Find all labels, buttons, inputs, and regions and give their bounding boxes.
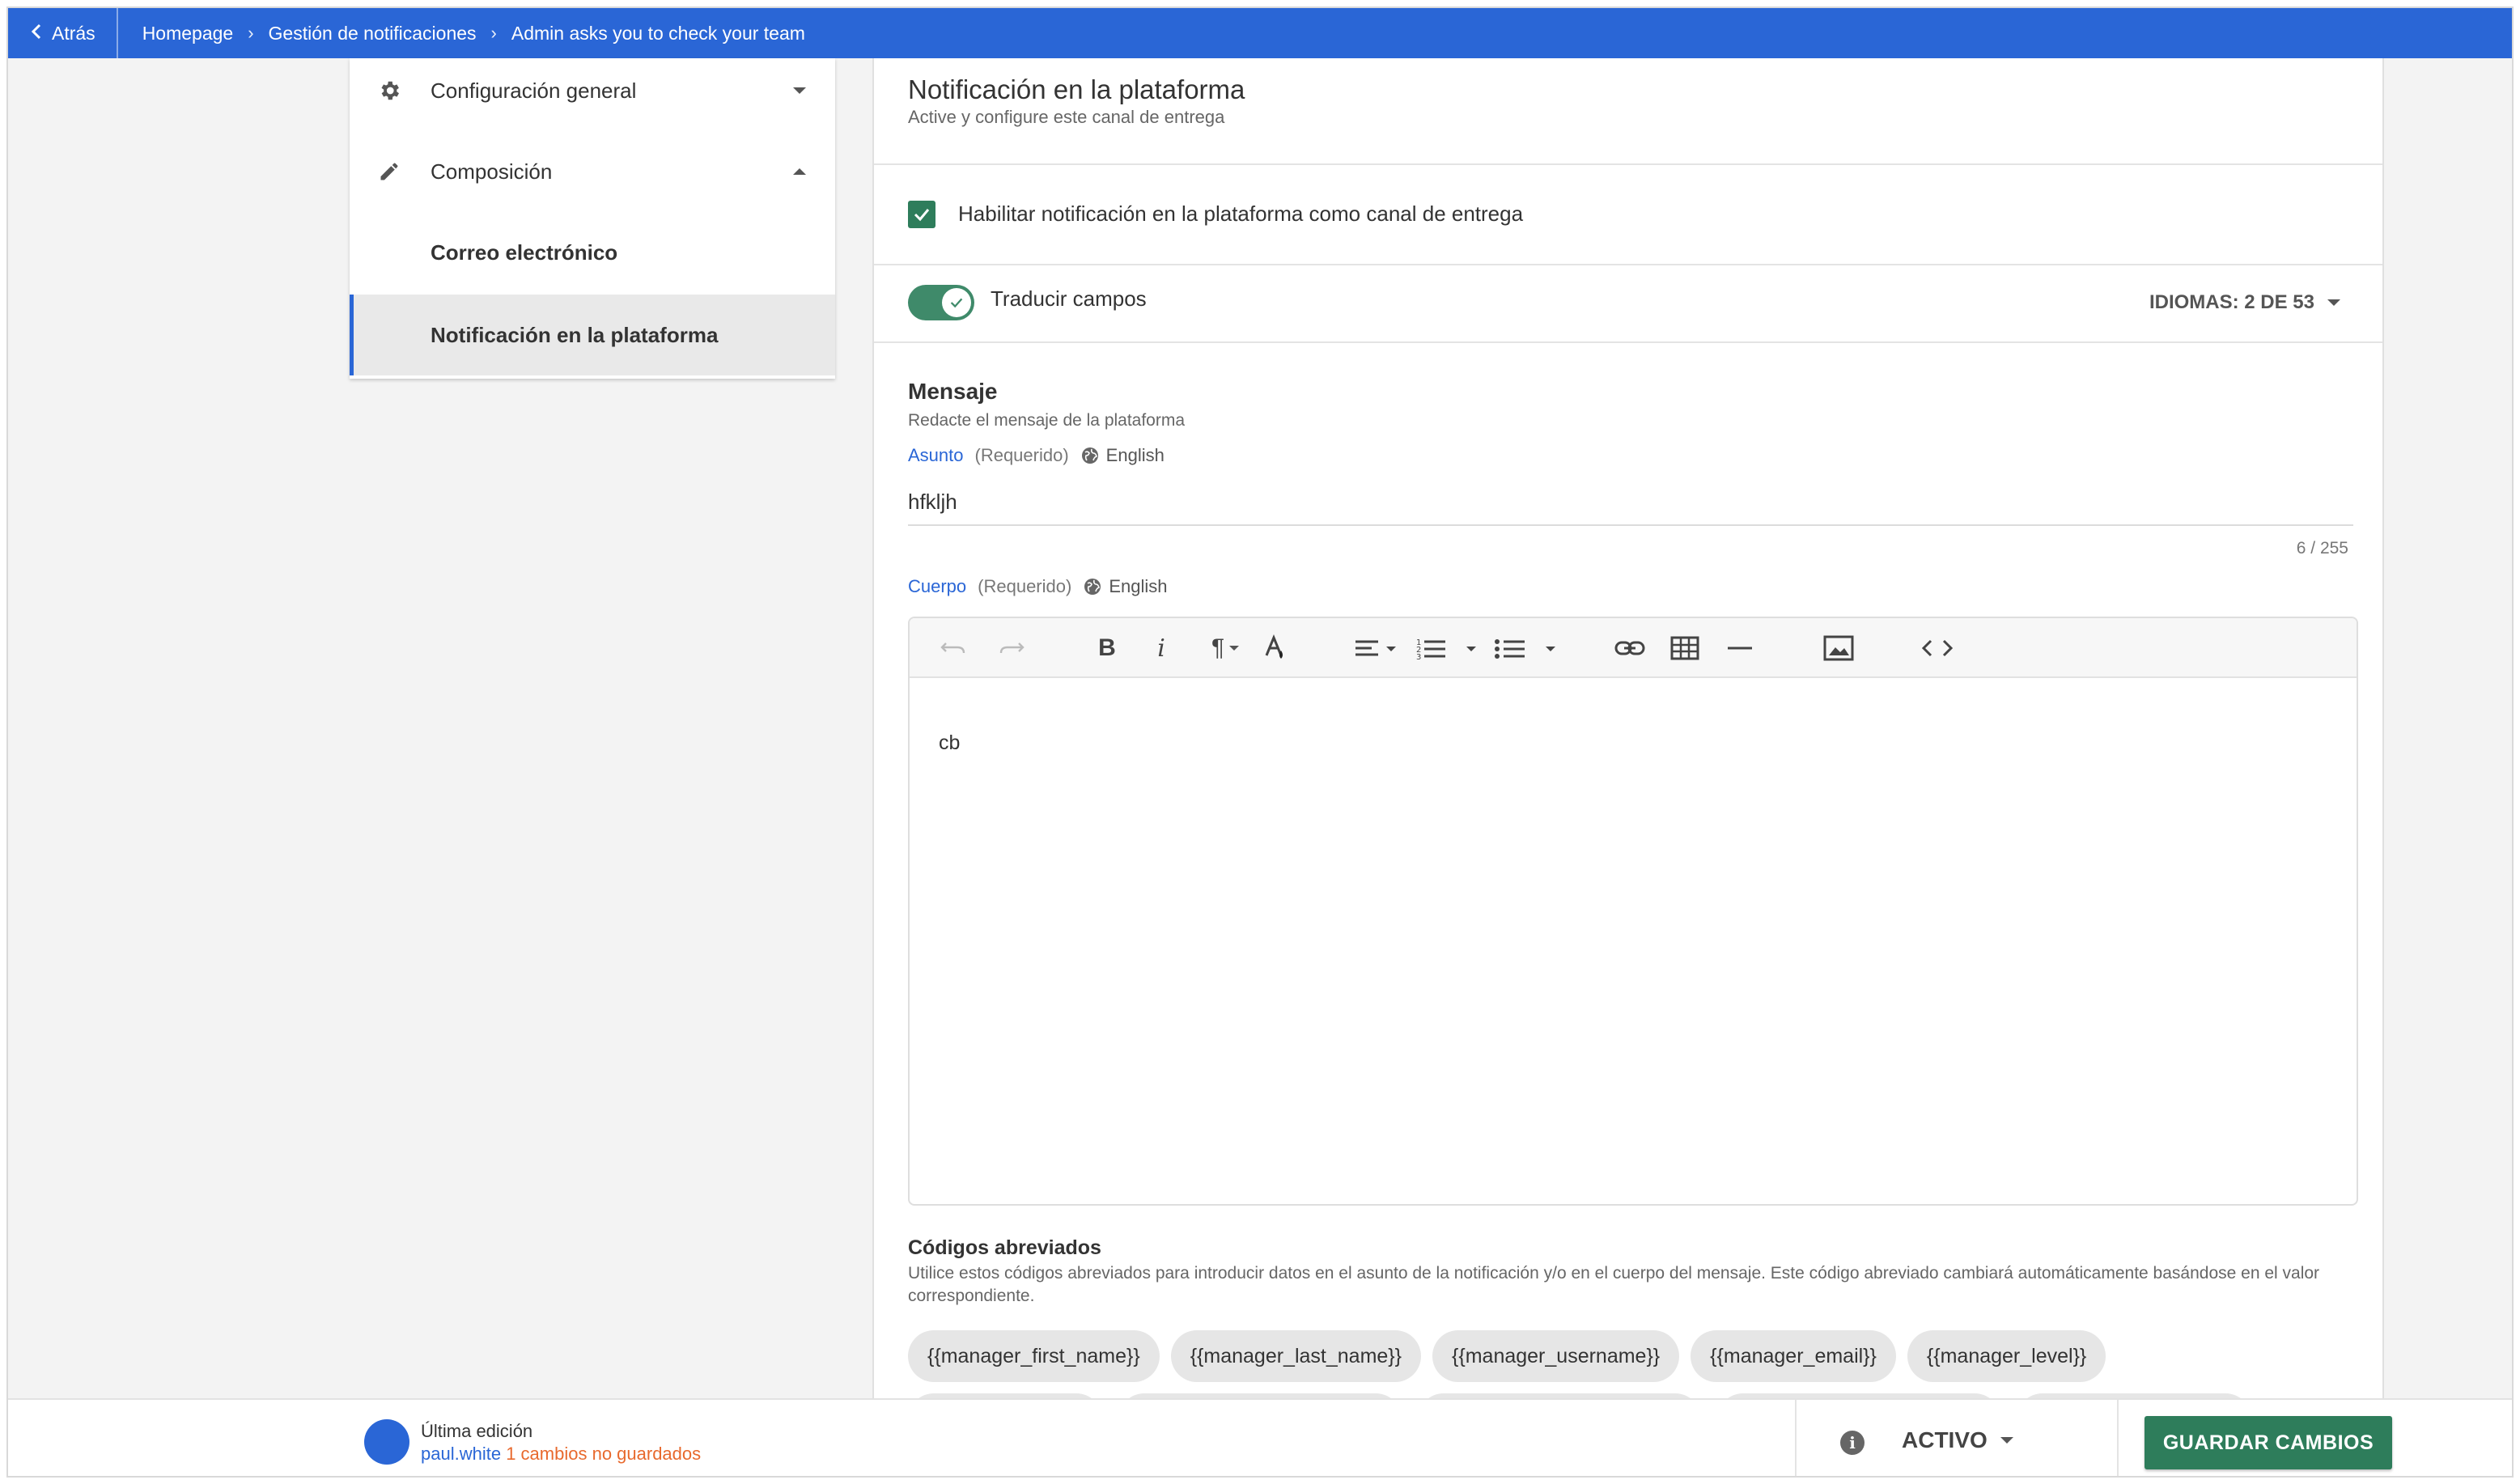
chevron-right-icon: › [490, 23, 497, 43]
link-icon[interactable] [1612, 633, 1648, 664]
back-button[interactable]: Atrás [8, 8, 118, 58]
svg-text:3: 3 [1416, 653, 1421, 659]
paragraph-format-icon[interactable]: ¶ [1201, 633, 1249, 664]
page-title: Notificación en la plataforma [908, 74, 1245, 104]
breadcrumb-notifications[interactable]: Gestión de notificaciones [269, 23, 477, 45]
subject-language: English [1080, 445, 1165, 466]
status-label: ACTIVO [1902, 1427, 1988, 1452]
toggle-knob [942, 288, 971, 317]
body-required: (Requerido) [978, 576, 1072, 596]
undo-icon[interactable] [937, 633, 969, 664]
last-edit-info: paul.white 1 cambios no guardados [421, 1444, 701, 1465]
translate-toggle[interactable] [908, 285, 974, 320]
caret-up-icon [793, 168, 806, 175]
rich-text-editor: B i ¶ 123 cb [908, 617, 2358, 1206]
message-title: Mensaje [908, 379, 998, 404]
shortcode-chip[interactable]: {{manager_level}} [1907, 1330, 2106, 1382]
status-dropdown[interactable]: ACTIVO [1902, 1427, 2013, 1453]
page-subtitle: Active y configure este canal de entrega [908, 107, 1225, 127]
sidebar: Configuración general Composición Correo… [350, 58, 835, 379]
divider [2117, 1400, 2119, 1476]
caret-down-icon [2327, 299, 2340, 306]
divider [874, 163, 2382, 165]
sidebar-item-label: Notificación en la plataforma [431, 322, 719, 347]
last-edit-label: Última edición [421, 1421, 533, 1441]
code-view-icon[interactable] [1918, 633, 1957, 664]
caret-down-icon [2000, 1437, 2013, 1444]
image-icon[interactable] [1821, 633, 1856, 664]
message-subtitle: Redacte el mensaje de la plataforma [908, 411, 1186, 430]
body-language: English [1083, 576, 1167, 597]
gear-icon [375, 77, 403, 104]
ordered-list-icon[interactable]: 123 [1416, 633, 1481, 664]
subject-char-counter: 6 / 255 [2296, 539, 2348, 558]
sidebar-item-composition[interactable]: Composición [350, 131, 835, 212]
divider [1795, 1400, 1797, 1476]
editor-content[interactable]: cb [939, 731, 960, 755]
languages-dropdown[interactable]: IDIOMAS: 2 DE 53 [2149, 291, 2340, 314]
body-label: Cuerpo [908, 576, 967, 596]
checkmark-icon [950, 298, 963, 308]
languages-label: IDIOMAS: 2 DE 53 [2149, 291, 2314, 313]
shortcode-chip[interactable]: {{manager_email}} [1691, 1330, 1896, 1382]
body-label-row: Cuerpo (Requerido) English [908, 576, 1167, 597]
enable-channel-label: Habilitar notificación en la plataforma … [958, 201, 1524, 226]
bullet-list-icon[interactable] [1494, 633, 1559, 664]
main-panel: Notificación en la plataforma Active y c… [872, 58, 2384, 1445]
sidebar-item-label: Composición [431, 159, 553, 184]
shortcode-chip[interactable]: {{manager_username}} [1432, 1330, 1680, 1382]
app-window: Atrás Homepage › Gestión de notificacion… [6, 6, 2514, 1478]
divider [874, 341, 2382, 343]
chevron-left-icon [31, 23, 42, 45]
shortcodes-description: Utilice estos códigos abreviados para in… [908, 1264, 2320, 1305]
last-edit-user[interactable]: paul.white [421, 1444, 501, 1464]
info-icon[interactable]: i [1840, 1431, 1865, 1455]
sidebar-item-email[interactable]: Correo electrónico [350, 212, 835, 293]
sidebar-item-general-config[interactable]: Configuración general [350, 50, 835, 131]
breadcrumb: Homepage › Gestión de notificaciones › A… [118, 23, 805, 45]
bold-icon[interactable]: B [1092, 633, 1122, 664]
breadcrumb-homepage[interactable]: Homepage [142, 23, 234, 45]
pencil-icon [375, 158, 403, 185]
globe-icon [1084, 579, 1101, 595]
editor-toolbar: B i ¶ 123 [910, 618, 2357, 678]
sidebar-item-label: Correo electrónico [431, 240, 618, 265]
sidebar-item-label: Configuración general [431, 78, 637, 103]
globe-icon [1081, 447, 1098, 464]
chevron-right-icon: › [248, 23, 254, 43]
shortcodes-title: Códigos abreviados [908, 1236, 1101, 1259]
footer-bar: Última edición paul.white 1 cambios no g… [8, 1398, 2512, 1476]
subject-required: (Requerido) [974, 445, 1069, 465]
translate-label: Traducir campos [991, 286, 1147, 311]
shortcode-chip[interactable]: {{manager_last_name}} [1170, 1330, 1422, 1382]
horizontal-rule-icon[interactable] [1724, 633, 1756, 664]
save-button[interactable]: GUARDAR CAMBIOS [2145, 1416, 2392, 1469]
table-icon[interactable] [1667, 633, 1703, 664]
divider [874, 264, 2382, 265]
caret-down-icon [793, 87, 806, 94]
avatar [364, 1419, 409, 1465]
unsaved-changes: 1 cambios no guardados [506, 1444, 702, 1464]
checkmark-icon [914, 209, 930, 222]
subject-label-row: Asunto (Requerido) English [908, 445, 1165, 466]
subject-input[interactable] [908, 479, 2353, 526]
shortcodes-list: {{manager_first_name}} {{manager_last_na… [908, 1330, 2106, 1382]
sidebar-item-platform-notification[interactable]: Notificación en la plataforma [350, 295, 835, 375]
redo-icon[interactable] [995, 633, 1028, 664]
shortcode-chip[interactable]: {{manager_first_name}} [908, 1330, 1160, 1382]
italic-icon[interactable]: i [1149, 633, 1173, 664]
back-label: Atrás [52, 22, 95, 44]
align-icon[interactable] [1353, 633, 1402, 664]
text-color-icon[interactable] [1259, 633, 1292, 664]
breadcrumb-current: Admin asks you to check your team [511, 22, 805, 44]
subject-label: Asunto [908, 445, 964, 465]
enable-channel-checkbox[interactable] [908, 201, 935, 228]
